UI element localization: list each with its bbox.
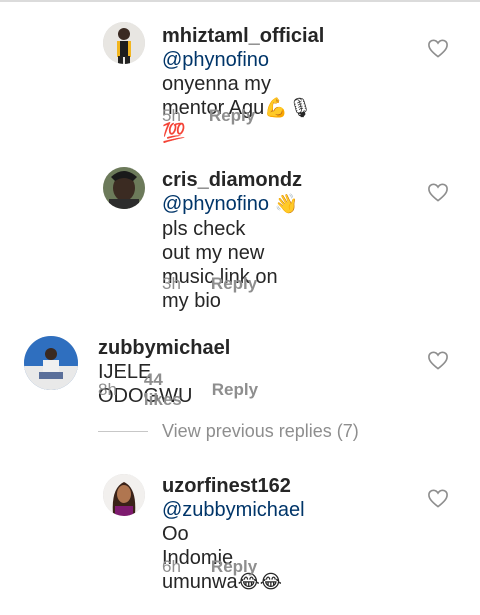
heart-outline-icon[interactable] xyxy=(427,350,449,370)
view-previous-replies-button[interactable]: View previous replies (7) xyxy=(98,421,359,442)
heart-outline-icon[interactable] xyxy=(427,182,449,202)
comment-timestamp: 6h xyxy=(162,557,181,576)
comment-username[interactable]: cris_diamondz xyxy=(162,169,302,191)
comment-meta: 5h Reply xyxy=(162,106,255,126)
comment-meta: 8h 44 likes Reply xyxy=(98,370,258,410)
comment-meta: 6h Reply xyxy=(162,557,257,577)
heart-outline-icon[interactable] xyxy=(427,488,449,508)
comment-text: onyenna my xyxy=(162,73,271,95)
comment-timestamp: 8h xyxy=(98,380,117,399)
reply-button[interactable]: Reply xyxy=(209,106,255,126)
reply-button[interactable]: Reply xyxy=(212,380,258,400)
comment-emojis: 👋 xyxy=(274,194,299,215)
comment-username[interactable]: mhiztaml_official xyxy=(162,25,324,47)
comment-username[interactable]: zubbymichael xyxy=(98,337,230,359)
likes-count[interactable]: 44 likes xyxy=(144,370,182,410)
comment-meta: 3h Reply xyxy=(162,274,257,294)
top-divider xyxy=(0,0,480,2)
reply-button[interactable]: Reply xyxy=(211,274,257,294)
comment-text: Oo xyxy=(162,523,189,545)
comment-username[interactable]: uzorfinest162 xyxy=(162,475,291,497)
avatar[interactable] xyxy=(103,167,145,209)
avatar[interactable] xyxy=(103,22,145,64)
avatar[interactable] xyxy=(103,474,145,516)
view-previous-replies-label: View previous replies (7) xyxy=(162,421,359,441)
comment-body: mhiztaml_official @phynofino onyenna my … xyxy=(162,24,324,146)
comment-mention[interactable]: @phynofino xyxy=(162,49,269,71)
comment-mention[interactable]: @phynofino xyxy=(162,193,269,215)
comment-mention[interactable]: @zubbymichael xyxy=(162,499,305,521)
reply-button[interactable]: Reply xyxy=(211,557,257,577)
comment-text: pls check xyxy=(162,218,246,240)
comment-timestamp: 5h xyxy=(162,106,181,125)
replies-divider-line xyxy=(98,431,148,432)
heart-outline-icon[interactable] xyxy=(427,38,449,58)
avatar[interactable] xyxy=(24,336,78,390)
comment-timestamp: 3h xyxy=(162,274,181,293)
